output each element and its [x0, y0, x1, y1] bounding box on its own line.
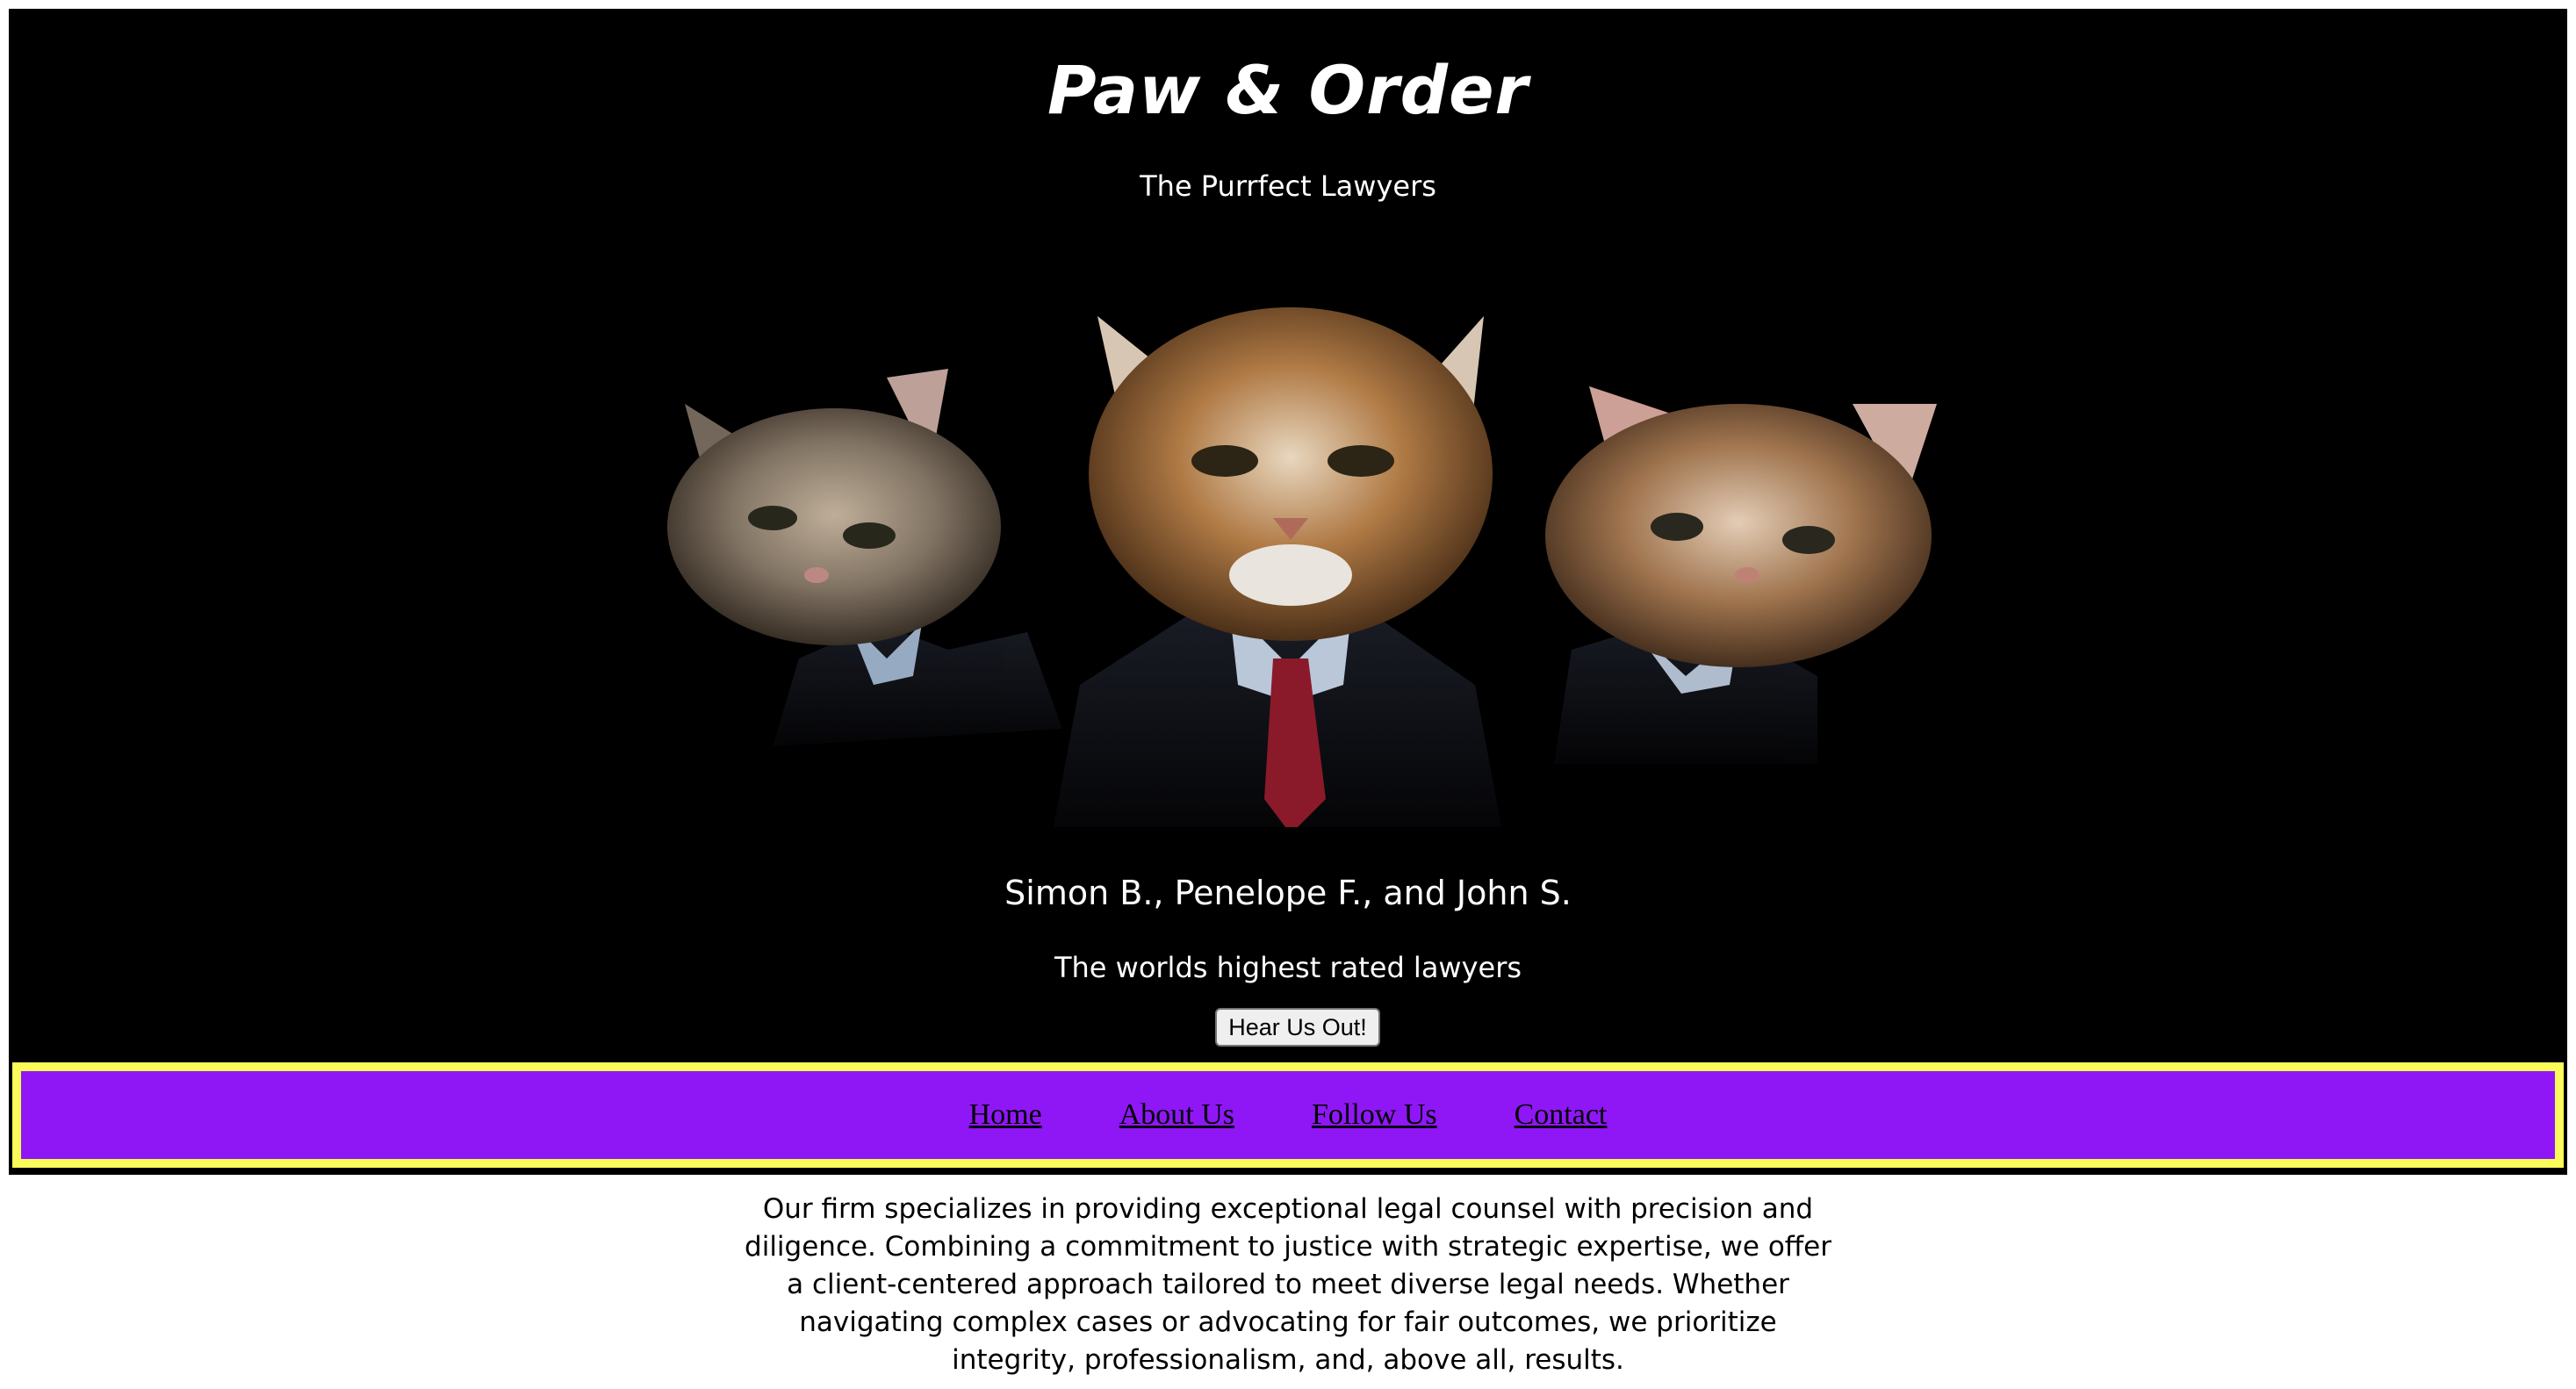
- left-cat: [667, 369, 1062, 746]
- hear-us-out-button[interactable]: Hear Us Out!: [1215, 1008, 1380, 1047]
- center-cat: [1054, 307, 1501, 827]
- lawyer-names: Simon B., Penelope F., and John S.: [1004, 874, 1572, 912]
- nav-link-about-us[interactable]: About Us: [1119, 1098, 1234, 1132]
- main-nav: Home About Us Follow Us Contact: [12, 1062, 2564, 1168]
- hero-section: Paw & Order The Purrfect Lawyers Simon B…: [9, 9, 2567, 1062]
- nav-link-home[interactable]: Home: [969, 1098, 1042, 1132]
- about-paragraph: Our firm specializes in providing except…: [745, 1193, 1831, 1376]
- right-cat: [1545, 386, 1937, 764]
- cat-lawyers-photo: [658, 272, 1937, 827]
- site-title: Paw & Order: [1047, 51, 1529, 129]
- page: Paw & Order The Purrfect Lawyers Simon B…: [0, 0, 2576, 1389]
- nav-link-follow-us[interactable]: Follow Us: [1312, 1098, 1437, 1132]
- site-tagline: The Purrfect Lawyers: [1140, 169, 1436, 203]
- nav-bar-wrapper: Home About Us Follow Us Contact: [9, 1061, 2567, 1175]
- hero-subtitle: The worlds highest rated lawyers: [1054, 951, 1522, 984]
- nav-link-contact[interactable]: Contact: [1515, 1098, 1608, 1132]
